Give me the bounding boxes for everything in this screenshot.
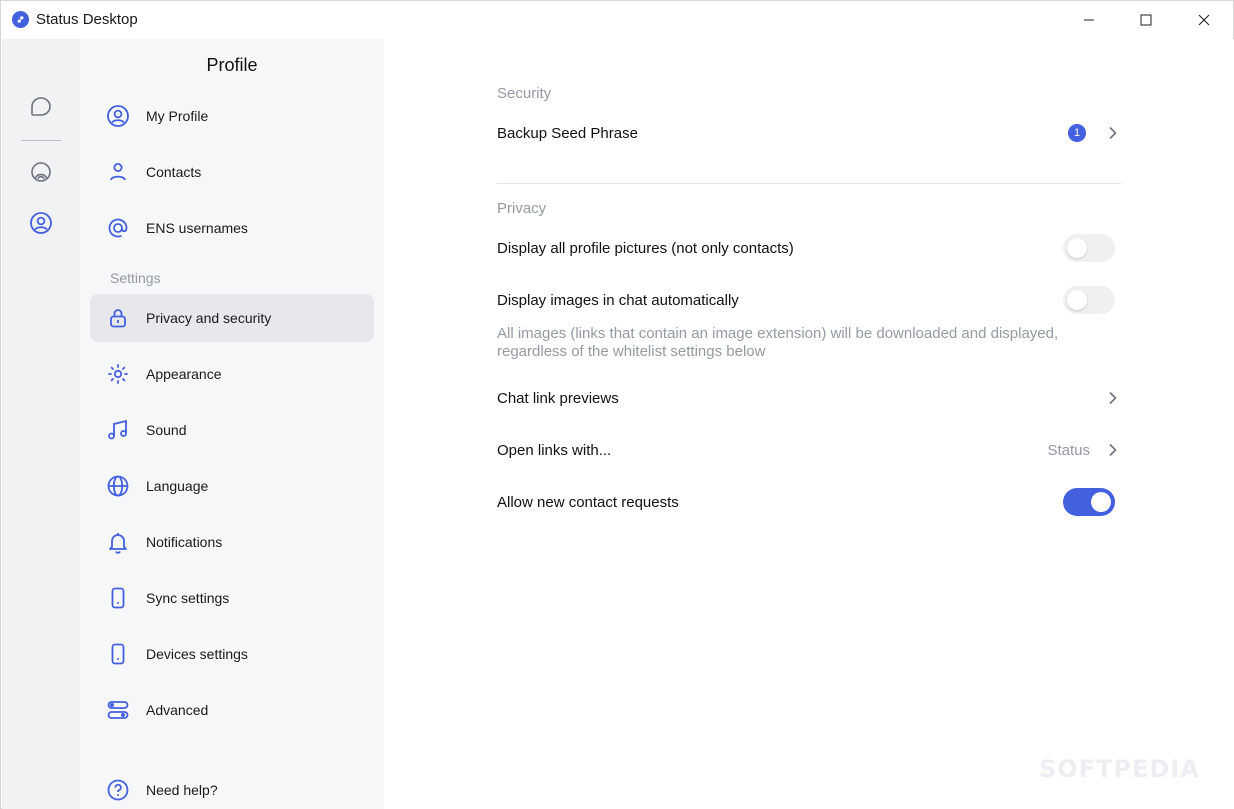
sidebar-item-label: Contacts: [146, 164, 202, 180]
close-button[interactable]: [1175, 1, 1233, 39]
backup-seed-phrase-label: Backup Seed Phrase: [497, 124, 638, 142]
display-profile-pictures-row: Display all profile pictures (not only c…: [497, 228, 1121, 268]
sidebar-item-sound[interactable]: Sound: [90, 406, 374, 454]
globe-icon: [105, 473, 131, 499]
toggle-knob: [1067, 290, 1087, 310]
sidebar-item-privacy-and-security[interactable]: Privacy and security: [90, 294, 374, 342]
sliders-icon: [105, 697, 131, 723]
display-profile-pictures-toggle[interactable]: [1063, 234, 1115, 262]
toggle-knob: [1091, 492, 1111, 512]
lock-icon: [105, 305, 131, 331]
sidebar-item-appearance[interactable]: Appearance: [90, 350, 374, 398]
sidebar-item-devices-settings[interactable]: Devices settings: [90, 630, 374, 678]
sidebar-item-label: Sound: [146, 422, 187, 438]
privacy-security-panel: Security Backup Seed Phrase 1 Privacy Di…: [384, 39, 1234, 809]
profile-rail-button[interactable]: [25, 209, 57, 241]
sun-icon: [105, 361, 131, 387]
sidebar-item-label: ENS usernames: [146, 220, 248, 236]
sidebar-item-label: Need help?: [146, 782, 218, 798]
open-links-with-label: Open links with...: [497, 441, 612, 459]
maximize-button[interactable]: [1117, 1, 1175, 39]
settings-section-label: Settings: [110, 270, 161, 286]
allow-contact-requests-toggle[interactable]: [1063, 488, 1115, 516]
sidebar-item-ens-usernames[interactable]: ENS usernames: [90, 204, 374, 252]
profile-icon: [29, 211, 53, 240]
sidebar-item-label: My Profile: [146, 108, 209, 124]
section-divider: [497, 183, 1121, 184]
sidebar-item-language[interactable]: Language: [90, 462, 374, 510]
phone-icon: [105, 641, 131, 667]
display-images-toggle[interactable]: [1063, 286, 1115, 314]
allow-contact-requests-label: Allow new contact requests: [497, 493, 679, 511]
display-images-label: Display images in chat automatically: [497, 291, 739, 309]
sidebar-item-label: Appearance: [146, 366, 222, 382]
sidebar-title: Profile: [206, 55, 258, 75]
watermark: SOFTPEDIA: [1039, 755, 1200, 783]
app-window: Status Desktop Profile My Profile Contac…: [0, 0, 1234, 809]
chat-link-previews-label: Chat link previews: [497, 389, 619, 407]
at-sign-icon: [105, 215, 131, 241]
bell-icon: [105, 529, 131, 555]
toggle-knob: [1067, 238, 1087, 258]
help-icon: [105, 777, 131, 803]
contact-icon: [105, 159, 131, 185]
status-logo-icon: [12, 11, 29, 28]
chevron-right-icon: [1106, 443, 1118, 457]
app-navigation-rail: [2, 39, 80, 809]
sidebar-item-my-profile[interactable]: My Profile: [90, 92, 374, 140]
chevron-right-icon: [1106, 391, 1118, 405]
chat-rail-button[interactable]: [25, 93, 57, 125]
user-circle-icon: [105, 103, 131, 129]
display-profile-pictures-label: Display all profile pictures (not only c…: [497, 239, 794, 257]
communities-icon: [29, 160, 53, 189]
sidebar-item-label: Devices settings: [146, 646, 248, 662]
chevron-right-icon: [1106, 126, 1118, 140]
open-links-with-value: Status: [1047, 441, 1090, 459]
phone-icon: [105, 585, 131, 611]
sidebar-item-need-help[interactable]: Need help?: [90, 766, 374, 809]
security-section-label: Security: [497, 85, 552, 102]
title-bar: Status Desktop: [1, 1, 1233, 39]
window-title: Status Desktop: [36, 11, 138, 28]
privacy-section-label: Privacy: [497, 200, 547, 217]
sidebar-item-contacts[interactable]: Contacts: [90, 148, 374, 196]
sidebar-item-sync-settings[interactable]: Sync settings: [90, 574, 374, 622]
communities-rail-button[interactable]: [25, 158, 57, 190]
notification-badge: 1: [1068, 124, 1086, 142]
profile-sidebar: Profile My Profile Contacts ENS username…: [80, 39, 384, 809]
backup-seed-phrase-row[interactable]: Backup Seed Phrase 1: [497, 113, 1121, 153]
sidebar-item-label: Privacy and security: [146, 310, 272, 326]
chat-icon: [29, 95, 53, 124]
rail-divider: [21, 140, 61, 141]
minimize-button[interactable]: [1060, 1, 1118, 39]
display-images-description: All images (links that contain an image …: [497, 325, 1059, 360]
allow-contact-requests-row: Allow new contact requests: [497, 482, 1121, 522]
open-links-with-row[interactable]: Open links with... Status: [497, 430, 1121, 470]
music-note-icon: [105, 417, 131, 443]
sidebar-item-label: Sync settings: [146, 590, 230, 606]
chat-link-previews-row[interactable]: Chat link previews: [497, 378, 1121, 418]
sidebar-item-label: Advanced: [146, 702, 209, 718]
sidebar-item-label: Notifications: [146, 534, 223, 550]
sidebar-item-advanced[interactable]: Advanced: [90, 686, 374, 734]
display-images-row: Display images in chat automatically: [497, 280, 1121, 320]
sidebar-item-label: Language: [146, 478, 209, 494]
sidebar-item-notifications[interactable]: Notifications: [90, 518, 374, 566]
